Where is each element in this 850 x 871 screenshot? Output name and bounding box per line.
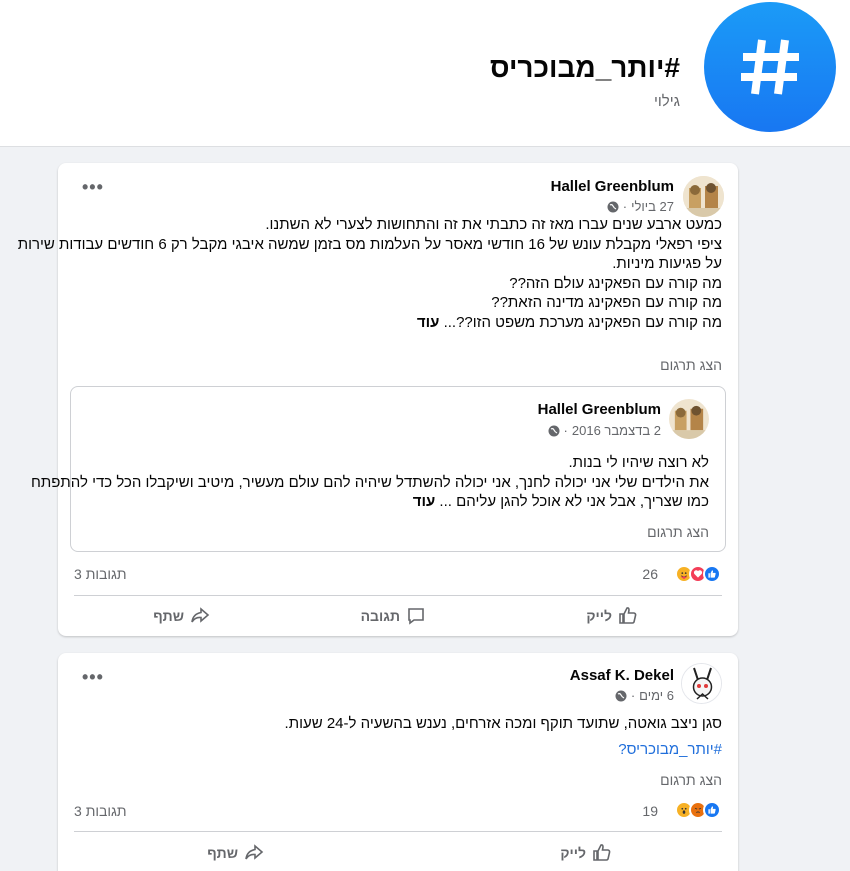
reaction-count[interactable]: 19: [642, 803, 658, 819]
share-icon: [191, 607, 210, 623]
reactions-summary[interactable]: [675, 565, 721, 583]
reactions-summary[interactable]: [675, 801, 721, 819]
hashtag-subtitle: גילוי: [654, 93, 680, 110]
more-options-icon[interactable]: •••: [82, 667, 104, 688]
avatar[interactable]: [681, 663, 722, 704]
avatar[interactable]: [683, 176, 724, 217]
comments-count[interactable]: 3 תגובות: [74, 803, 127, 819]
like-reaction-icon: [703, 801, 721, 819]
hashtag-icon: [704, 2, 836, 132]
avatar[interactable]: [669, 399, 709, 439]
reaction-count[interactable]: 26: [642, 566, 658, 582]
thumbs-up-icon: [619, 607, 637, 624]
shared-post-text: לא רוצה שיהיו לי בנות. את הילדים שלי אני…: [31, 454, 709, 510]
post-date[interactable]: 27 ביולי: [631, 199, 674, 214]
comment-icon: [408, 608, 424, 625]
divider: [74, 595, 722, 596]
shared-post-meta: 2 בדצמבר 2016 ·: [548, 423, 661, 438]
like-reaction-icon: [703, 565, 721, 583]
globe-icon: [615, 690, 627, 701]
see-translation-link[interactable]: הצג תרגום: [660, 772, 722, 788]
post-text: סגן ניצב גואטה, שתועד תוקף ומכה אזרחים, …: [284, 715, 722, 732]
like-button[interactable]: לייק: [586, 606, 638, 626]
post-card: Assaf K. Dekel 6 ימים · ••• סגן ניצב גוא…: [58, 653, 738, 871]
divider: [74, 831, 722, 832]
post-date[interactable]: 6 ימים: [639, 688, 674, 703]
post-author[interactable]: Assaf K. Dekel: [570, 667, 674, 684]
comments-count[interactable]: 3 תגובות: [74, 566, 127, 582]
hashtag-link[interactable]: #יותר_מבוכריס?: [618, 740, 722, 760]
share-icon: [245, 844, 264, 860]
see-more-link[interactable]: עוד: [413, 493, 436, 510]
shared-post[interactable]: Hallel Greenblum 2 בדצמבר 2016 · לא רוצה…: [31, 386, 726, 552]
post-text: כמעט ארבע שנים עברו מאז זה כתבתי את זה ו…: [17, 216, 722, 331]
shared-post-date[interactable]: 2 בדצמבר 2016: [572, 423, 661, 438]
post-meta: 6 ימים ·: [615, 688, 674, 703]
comment-button[interactable]: תגובה: [361, 606, 426, 626]
shared-post-author[interactable]: Hallel Greenblum: [538, 401, 661, 418]
post-author[interactable]: Hallel Greenblum: [551, 178, 674, 195]
globe-icon: [607, 201, 619, 212]
post-card: Hallel Greenblum 27 ביולי · ••• כמעט ארב…: [18, 163, 738, 636]
share-button[interactable]: שתף: [153, 606, 210, 626]
post-meta: 27 ביולי ·: [607, 199, 674, 214]
hashtag-title: #יותר_מבוכריס: [489, 52, 680, 83]
share-button[interactable]: שתף: [207, 843, 264, 863]
see-translation-link[interactable]: הצג תרגום: [660, 357, 722, 373]
like-button[interactable]: לייק: [560, 843, 612, 863]
thumbs-up-icon: [593, 844, 611, 861]
hashtag-header: #יותר_מבוכריס גילוי: [0, 0, 850, 147]
see-more-link[interactable]: עוד: [417, 314, 440, 331]
see-translation-link[interactable]: הצג תרגום: [647, 524, 709, 540]
more-options-icon[interactable]: •••: [82, 177, 104, 198]
globe-icon: [548, 425, 560, 436]
